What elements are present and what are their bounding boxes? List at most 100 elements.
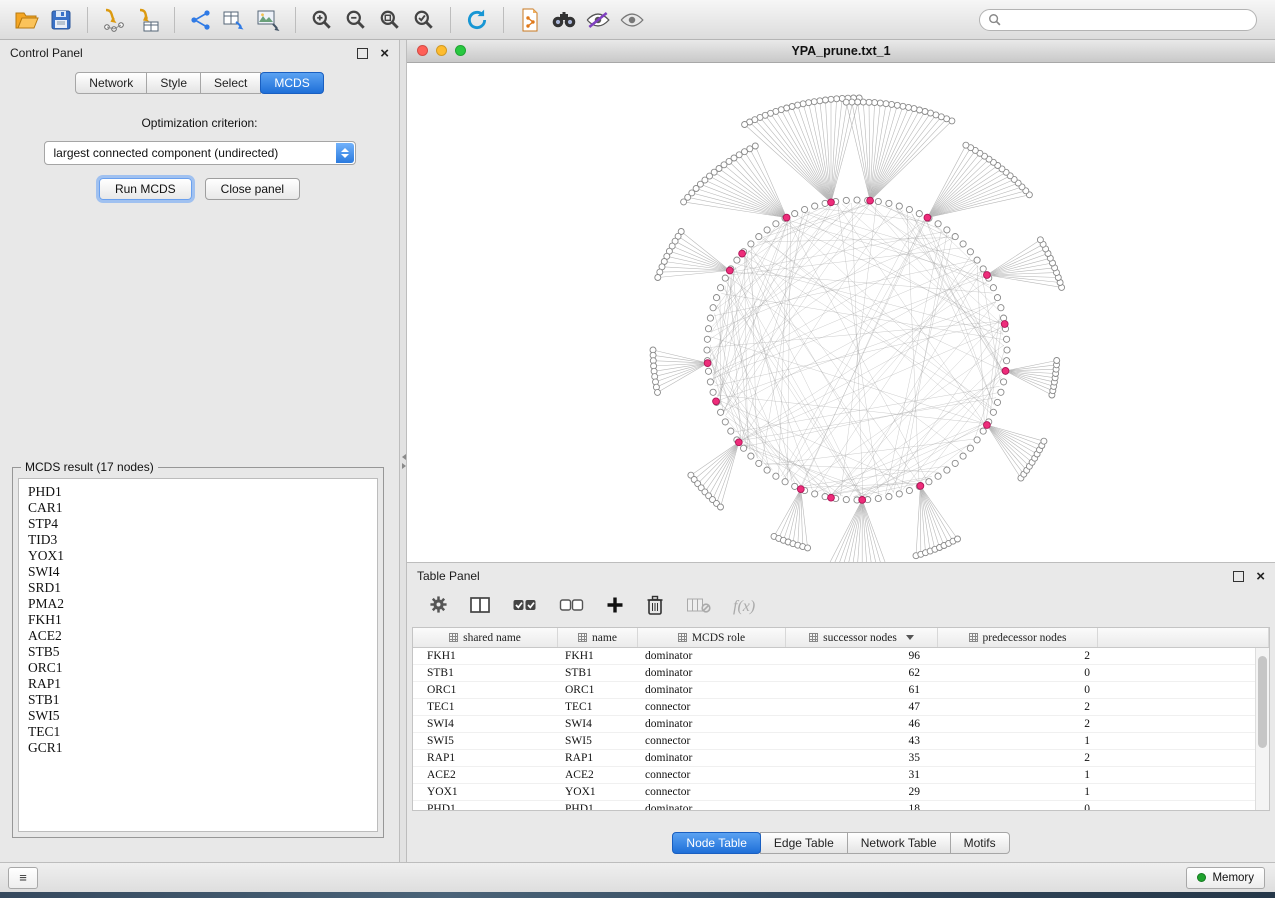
zoom-selected-button[interactable] [407, 5, 441, 35]
search-input[interactable] [1002, 12, 1248, 28]
close-window-icon[interactable] [417, 45, 428, 56]
float-window-icon[interactable] [1233, 571, 1244, 582]
table-row[interactable]: PHD1PHD1dominator180 [413, 801, 1269, 811]
toolbar-separator [503, 7, 504, 33]
show-columns-button[interactable] [470, 596, 490, 619]
gear-icon [429, 595, 448, 614]
mcds-result-item[interactable]: PMA2 [28, 596, 377, 612]
export-image-button[interactable] [252, 5, 286, 35]
table-row[interactable]: ACE2ACE2connector311 [413, 767, 1269, 784]
mcds-result-item[interactable]: PHD1 [28, 484, 377, 500]
table-row[interactable]: YOX1YOX1connector291 [413, 784, 1269, 801]
mcds-result-item[interactable]: TEC1 [28, 724, 377, 740]
mcds-result-item[interactable]: STB5 [28, 644, 377, 660]
show-all-button[interactable] [615, 5, 649, 35]
table-row[interactable]: ORC1ORC1dominator610 [413, 682, 1269, 699]
column-header-shared-name[interactable]: shared name [413, 628, 558, 647]
tab-network[interactable]: Network [75, 72, 147, 94]
function-builder-button[interactable]: f(x) [733, 598, 755, 616]
scrollbar-thumb[interactable] [1258, 656, 1267, 748]
table-panel-tabs: Node TableEdge TableNetwork TableMotifs [407, 832, 1275, 854]
mcds-result-item[interactable]: GCR1 [28, 740, 377, 756]
select-all-button[interactable] [512, 597, 537, 618]
tab-select[interactable]: Select [200, 72, 261, 94]
table-row[interactable]: FKH1FKH1dominator962 [413, 648, 1269, 665]
deselect-all-icon [559, 597, 584, 613]
chevron-down-icon [906, 635, 914, 640]
zoom-in-button[interactable] [305, 5, 339, 35]
search-network-button[interactable] [547, 5, 581, 35]
trash-icon [646, 595, 664, 615]
mcds-result-item[interactable]: YOX1 [28, 548, 377, 564]
tab-network-table[interactable]: Network Table [847, 832, 951, 854]
open-file-button[interactable] [10, 5, 44, 35]
column-header-predecessor-nodes[interactable]: predecessor nodes [938, 628, 1098, 647]
maximize-window-icon[interactable] [455, 45, 466, 56]
close-panel-button[interactable]: Close panel [205, 178, 300, 200]
mcds-result-item[interactable]: ACE2 [28, 628, 377, 644]
table-row[interactable]: RAP1RAP1dominator352 [413, 750, 1269, 767]
mcds-result-item[interactable]: ORC1 [28, 660, 377, 676]
column-header-name[interactable]: name [558, 628, 638, 647]
close-panel-icon[interactable]: × [380, 46, 389, 61]
tab-node-table[interactable]: Node Table [672, 832, 761, 854]
mcds-result-item[interactable]: TID3 [28, 532, 377, 548]
share-document-button[interactable] [513, 5, 547, 35]
main-toolbar [0, 0, 1275, 40]
mcds-result-item[interactable]: STP4 [28, 516, 377, 532]
import-table-icon [135, 8, 161, 32]
save-session-button[interactable] [44, 5, 78, 35]
status-menu-button[interactable]: ≡ [8, 867, 38, 889]
tab-edge-table[interactable]: Edge Table [760, 832, 848, 854]
network-window: YPA_prune.txt_1 [407, 40, 1275, 562]
export-network-button[interactable] [184, 5, 218, 35]
node-table: shared namenameMCDS rolesuccessor nodesp… [412, 627, 1270, 811]
import-network-button[interactable] [97, 5, 131, 35]
mcds-result-item[interactable]: CAR1 [28, 500, 377, 516]
run-mcds-button[interactable]: Run MCDS [99, 178, 192, 200]
column-header-successor-nodes[interactable]: successor nodes [786, 628, 938, 647]
add-column-button[interactable] [606, 596, 624, 619]
tab-style[interactable]: Style [146, 72, 201, 94]
attribute-type-icon [809, 633, 818, 642]
hide-selected-button[interactable] [581, 5, 615, 35]
criterion-dropdown[interactable]: largest connected component (undirected) [44, 141, 356, 165]
deselect-all-button[interactable] [559, 597, 584, 618]
mcds-result-item[interactable]: STB1 [28, 692, 377, 708]
mcds-result-item[interactable]: FKH1 [28, 612, 377, 628]
export-table-icon [222, 8, 248, 32]
table-body: FKH1FKH1dominator962STB1STB1dominator620… [413, 648, 1269, 810]
table-row[interactable]: TEC1TEC1connector472 [413, 699, 1269, 716]
import-table-button[interactable] [131, 5, 165, 35]
table-scrollbar[interactable] [1255, 648, 1269, 810]
delete-column-button[interactable] [646, 595, 664, 620]
table-settings-button[interactable] [429, 595, 448, 619]
plus-icon [606, 596, 624, 614]
hide-column-button[interactable] [686, 597, 711, 618]
memory-button[interactable]: Memory [1186, 867, 1265, 889]
mcds-result-item[interactable]: SRD1 [28, 580, 377, 596]
table-row[interactable]: SWI5SWI5connector431 [413, 733, 1269, 750]
network-graph[interactable] [407, 63, 1275, 562]
tab-mcds[interactable]: MCDS [260, 72, 323, 94]
panel-splitter[interactable] [400, 40, 407, 862]
column-header-MCDS-role[interactable]: MCDS role [638, 628, 786, 647]
refresh-view-button[interactable] [460, 5, 494, 35]
mcds-result-item[interactable]: SWI5 [28, 708, 377, 724]
zoom-out-button[interactable] [339, 5, 373, 35]
network-canvas[interactable] [407, 63, 1275, 562]
zoom-fit-button[interactable] [373, 5, 407, 35]
mcds-result-item[interactable]: RAP1 [28, 676, 377, 692]
close-panel-icon[interactable]: × [1256, 569, 1265, 584]
export-table-button[interactable] [218, 5, 252, 35]
splitter-handle-icon[interactable] [400, 448, 407, 474]
mcds-result-list[interactable]: PHD1CAR1STP4TID3YOX1SWI4SRD1PMA2FKH1ACE2… [18, 478, 378, 832]
tab-motifs[interactable]: Motifs [950, 832, 1010, 854]
mcds-result-item[interactable]: SWI4 [28, 564, 377, 580]
minimize-window-icon[interactable] [436, 45, 447, 56]
attribute-type-icon [578, 633, 587, 642]
table-row[interactable]: STB1STB1dominator620 [413, 665, 1269, 682]
toolbar-separator [87, 7, 88, 33]
table-row[interactable]: SWI4SWI4dominator462 [413, 716, 1269, 733]
float-window-icon[interactable] [357, 48, 368, 59]
